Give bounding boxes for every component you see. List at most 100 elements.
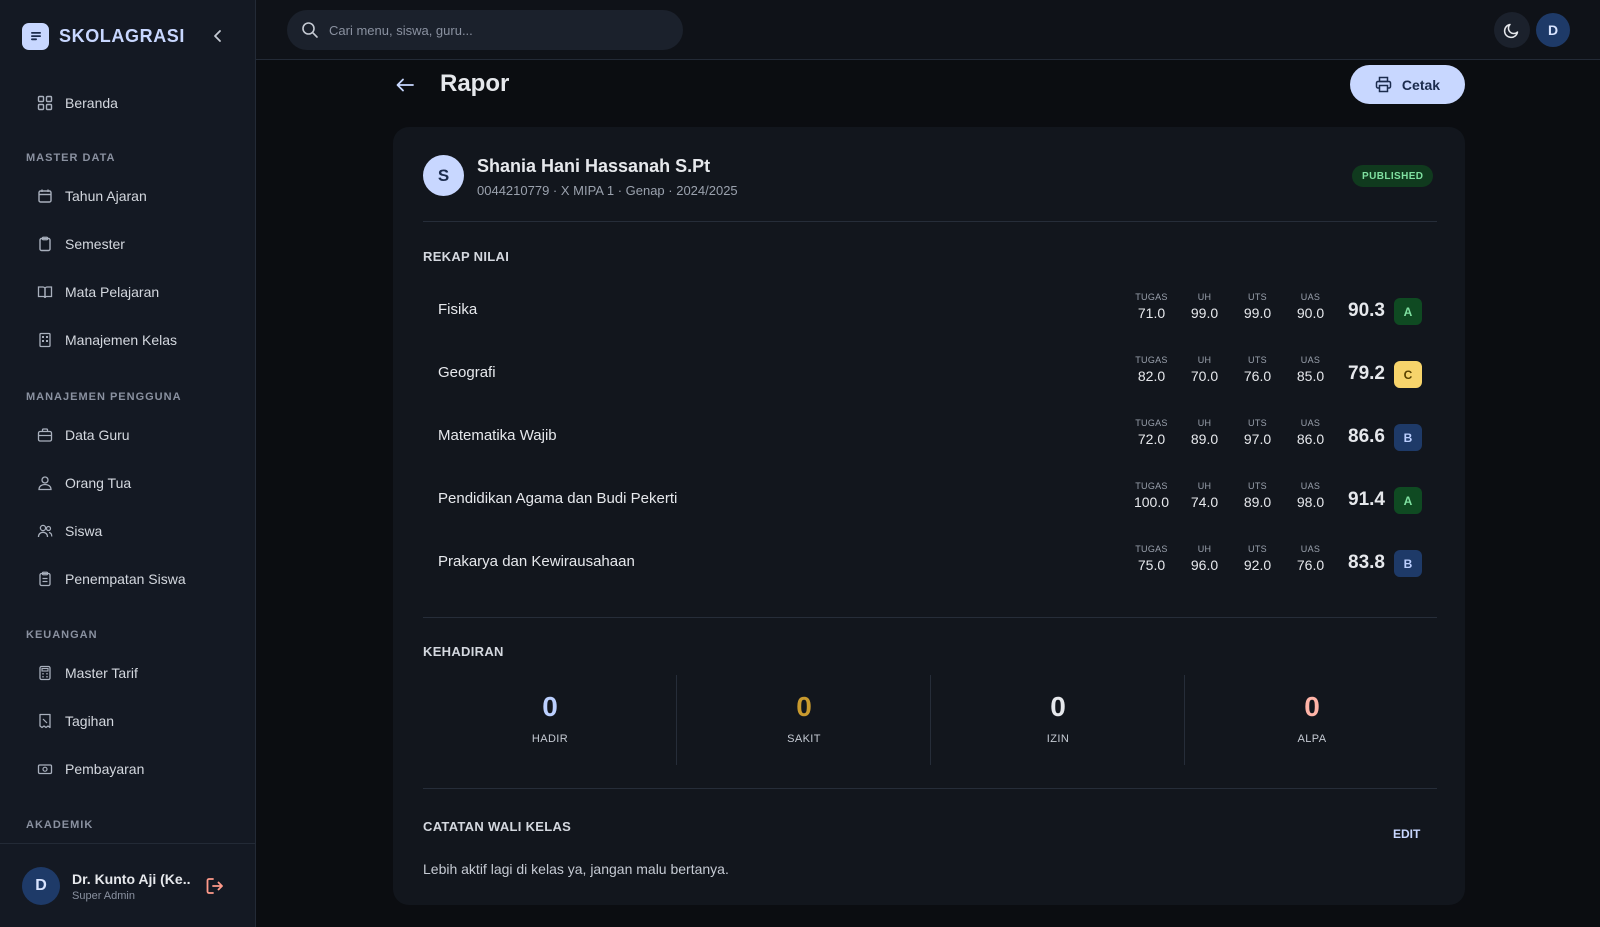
chevron-left-icon xyxy=(214,30,221,42)
page-title: Rapor xyxy=(440,70,510,97)
status-badge: PUBLISHED xyxy=(1352,165,1434,187)
brand-name: SKOLAGRASI xyxy=(59,25,186,46)
search-bar[interactable] xyxy=(287,10,683,50)
nav-section-manajemen-pengguna: MANAJEMEN PENGGUNA xyxy=(26,391,182,403)
score-value: 100.0 xyxy=(1133,494,1170,510)
score-label: UTS xyxy=(1248,355,1267,365)
score-value: 74.0 xyxy=(1190,494,1219,510)
score-uas: UAS 98.0 xyxy=(1284,481,1337,510)
sidebar-item-label: Orang Tua xyxy=(65,475,132,491)
score-label: UAS xyxy=(1300,418,1321,428)
sidebar-item-mata-pelajaran[interactable]: Mata Pelajaran xyxy=(26,274,236,310)
print-button[interactable]: Cetak xyxy=(1350,65,1465,104)
student-avatar: S xyxy=(423,155,464,196)
score-value: 85.0 xyxy=(1296,368,1325,384)
print-button-label: Cetak xyxy=(1401,76,1441,93)
score-uh: UH 99.0 xyxy=(1178,292,1231,321)
clipboard-icon xyxy=(36,235,54,253)
score-value: 70.0 xyxy=(1190,368,1219,384)
attendance-value: 0 xyxy=(796,691,812,722)
attendance-sakit: 0 SAKIT xyxy=(677,675,931,765)
sidebar-item-label: Tagihan xyxy=(65,713,115,729)
score-value: 71.0 xyxy=(1137,305,1166,321)
score-uh: UH 96.0 xyxy=(1178,544,1231,573)
edit-notes-button[interactable]: EDIT xyxy=(1393,827,1420,841)
grades-section-title: REKAP NILAI xyxy=(423,249,510,264)
score-label: TUGAS xyxy=(1135,355,1168,365)
score-value: 76.0 xyxy=(1243,368,1272,384)
sidebar-item-tahun-ajaran[interactable]: Tahun Ajaran xyxy=(26,178,236,214)
sidebar-item-penempatan-siswa[interactable]: Penempatan Siswa xyxy=(26,561,236,597)
attendance-section-title: KEHADIRAN xyxy=(423,644,504,659)
score-value: 90.0 xyxy=(1296,305,1325,321)
score-uts: UTS 97.0 xyxy=(1231,418,1284,447)
score-value: 99.0 xyxy=(1190,305,1219,321)
sidebar-item-semester[interactable]: Semester xyxy=(26,226,236,262)
score-value: 89.0 xyxy=(1243,494,1272,510)
grade-badge: C xyxy=(1394,361,1422,388)
subject-name: Pendidikan Agama dan Budi Pekerti xyxy=(438,490,678,507)
score-label: UH xyxy=(1197,418,1212,428)
briefcase-icon xyxy=(36,426,54,444)
back-button[interactable] xyxy=(394,74,416,96)
subject-name: Prakarya dan Kewirausahaan xyxy=(438,553,635,570)
sidebar-item-orang-tua[interactable]: Orang Tua xyxy=(26,465,236,501)
collapse-sidebar-button[interactable] xyxy=(208,26,228,46)
score-uts: UTS 76.0 xyxy=(1231,355,1284,384)
brand-logo-icon xyxy=(22,22,49,50)
logout-button[interactable] xyxy=(204,875,226,897)
grade-row: Matematika Wajib TUGAS 72.0 UH 89.0 UTS 97.… xyxy=(423,409,1437,467)
divider xyxy=(423,617,1437,618)
divider xyxy=(423,221,1437,222)
score-label: UAS xyxy=(1300,481,1321,491)
nav-section-keuangan: KEUANGAN xyxy=(26,629,98,641)
score-value: 86.0 xyxy=(1296,431,1325,447)
sidebar-item-data-guru[interactable]: Data Guru xyxy=(26,417,236,453)
score-label: UAS xyxy=(1300,544,1321,554)
divider xyxy=(423,788,1437,789)
score-value: 99.0 xyxy=(1243,305,1272,321)
score-value: 75.0 xyxy=(1137,557,1166,573)
search-input[interactable] xyxy=(329,22,659,38)
score-value: 89.0 xyxy=(1190,431,1219,447)
attendance-label: ALPA xyxy=(1297,733,1327,745)
score-breakdown: TUGAS 72.0 UH 89.0 UTS 97.0 UAS 86.0 xyxy=(1125,418,1337,447)
topbar: D xyxy=(256,0,1600,60)
grade-badge: A xyxy=(1394,298,1422,325)
score-uas: UAS 86.0 xyxy=(1284,418,1337,447)
grade-badge: B xyxy=(1394,424,1422,451)
final-score: 79.2 xyxy=(1348,363,1385,384)
score-value: 98.0 xyxy=(1296,494,1325,510)
sidebar-item-label: Mata Pelajaran xyxy=(65,284,160,300)
sidebar-item-tagihan[interactable]: Tagihan xyxy=(26,703,236,739)
building-icon xyxy=(36,331,54,349)
score-breakdown: TUGAS 71.0 UH 99.0 UTS 99.0 UAS 90.0 xyxy=(1125,292,1337,321)
score-uh: UH 70.0 xyxy=(1178,355,1231,384)
subject-name: Matematika Wajib xyxy=(438,427,557,444)
score-uas: UAS 90.0 xyxy=(1284,292,1337,321)
final-score: 91.4 xyxy=(1348,489,1385,510)
sidebar-item-master-tarif[interactable]: Master Tarif xyxy=(26,655,236,691)
score-uas: UAS 76.0 xyxy=(1284,544,1337,573)
sidebar-item-pembayaran[interactable]: Pembayaran xyxy=(26,751,236,787)
final-score: 90.3 xyxy=(1348,300,1385,321)
user-name: Dr. Kunto Aji (Ke... xyxy=(72,871,190,887)
sidebar-item-siswa[interactable]: Siswa xyxy=(26,513,236,549)
attendance-label: SAKIT xyxy=(787,733,821,745)
avatar[interactable]: D xyxy=(22,867,60,905)
user-icon xyxy=(36,474,54,492)
calculator-icon xyxy=(36,664,54,682)
theme-toggle-button[interactable] xyxy=(1494,12,1530,48)
grade-badge: A xyxy=(1394,487,1422,514)
cash-icon xyxy=(36,760,54,778)
sidebar-item-label: Beranda xyxy=(65,95,118,111)
score-tugas: TUGAS 71.0 xyxy=(1125,292,1178,321)
score-uts: UTS 99.0 xyxy=(1231,292,1284,321)
current-user: D Dr. Kunto Aji (Ke... Super Admin xyxy=(0,843,255,927)
brand[interactable]: SKOLAGRASI xyxy=(22,22,185,50)
sidebar-item-manajemen-kelas[interactable]: Manajemen Kelas xyxy=(26,322,236,358)
users-icon xyxy=(36,522,54,540)
sidebar-item-label: Manajemen Kelas xyxy=(65,332,178,348)
sidebar-item-beranda[interactable]: Beranda xyxy=(26,85,236,121)
avatar[interactable]: D xyxy=(1536,13,1570,47)
